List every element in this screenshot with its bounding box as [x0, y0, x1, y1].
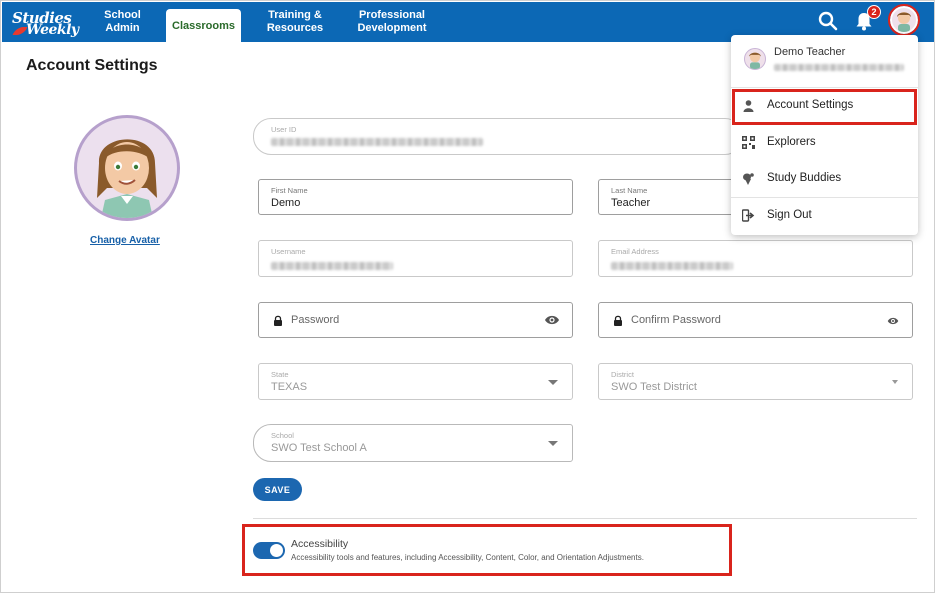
- user-id-label: User ID: [271, 125, 297, 134]
- email-label: Email Address: [611, 247, 659, 256]
- menu-item-sign-out[interactable]: Sign Out: [731, 200, 918, 232]
- nav-school-admin[interactable]: School Admin: [95, 2, 150, 42]
- password-placeholder: Password: [291, 314, 340, 326]
- show-confirm-password-icon[interactable]: [887, 316, 899, 326]
- school-select[interactable]: School SWO Test School A: [253, 424, 573, 462]
- username-value: [271, 262, 393, 270]
- menu-avatar: [744, 48, 766, 70]
- lock-icon: [274, 315, 282, 326]
- menu-user-name: Demo Teacher: [774, 46, 846, 58]
- change-avatar-link[interactable]: Change Avatar: [90, 235, 160, 246]
- username-label: Username: [271, 247, 306, 256]
- search-icon[interactable]: [817, 10, 839, 32]
- confirm-password-field[interactable]: Confirm Password: [598, 302, 913, 338]
- last-name-label: Last Name: [611, 186, 648, 195]
- menu-item-label: Explorers: [767, 136, 816, 148]
- nav-classrooms-label: Classrooms: [172, 19, 235, 32]
- password-field[interactable]: Password: [258, 302, 573, 338]
- nav-professional-development[interactable]: Professional Development: [348, 2, 436, 42]
- user-id-value: [271, 138, 483, 146]
- confirm-password-placeholder: Confirm Password: [631, 314, 721, 326]
- nav-professional-label: Professional Development: [357, 9, 427, 34]
- state-value: TEXAS: [271, 381, 308, 393]
- menu-item-study-buddies[interactable]: Study Buddies: [731, 163, 918, 195]
- nav-training-label: Training & Resources: [266, 9, 324, 34]
- chevron-down-icon: [892, 380, 898, 384]
- chevron-down-icon: [548, 380, 558, 385]
- user-id-field[interactable]: User ID: [253, 118, 743, 155]
- district-select[interactable]: District SWO Test District: [598, 363, 913, 400]
- last-name-value: Teacher: [611, 197, 651, 209]
- menu-divider: [731, 197, 918, 198]
- user-avatar-button[interactable]: [888, 4, 920, 36]
- district-value: SWO Test District: [611, 381, 697, 393]
- last-name-field[interactable]: Last Name Teacher: [598, 179, 734, 215]
- app-window: Studies Weekly School Admin Classrooms T…: [0, 0, 935, 593]
- account-settings-highlight-box: [732, 89, 917, 125]
- sign-out-icon: [742, 209, 755, 222]
- first-name-value: Demo: [271, 197, 301, 209]
- nav-training-resources[interactable]: Training & Resources: [254, 2, 336, 42]
- user-menu-dropdown: Demo Teacher Account Settings Explorers …: [731, 35, 918, 235]
- accessibility-highlight-box: [242, 524, 732, 576]
- email-value: [611, 262, 733, 270]
- studies-weekly-logo[interactable]: Studies Weekly: [12, 8, 79, 38]
- username-field[interactable]: Username: [258, 240, 573, 277]
- menu-user-email: [774, 64, 904, 71]
- avatar: [74, 115, 180, 221]
- explorers-icon: [742, 136, 755, 149]
- email-field[interactable]: Email Address: [598, 240, 913, 277]
- menu-divider: [731, 87, 918, 88]
- state-label: State: [271, 370, 289, 379]
- notification-badge: 2: [867, 5, 881, 19]
- menu-item-label: Sign Out: [767, 209, 812, 221]
- menu-item-explorers[interactable]: Explorers: [731, 127, 918, 159]
- divider: [253, 518, 917, 519]
- school-label: School: [271, 431, 294, 440]
- page-title: Account Settings: [26, 57, 158, 74]
- study-buddies-icon: [743, 173, 754, 185]
- logo-line-2: Weekly: [26, 22, 79, 38]
- nav-classrooms[interactable]: Classrooms: [166, 9, 241, 43]
- chevron-down-icon: [548, 441, 558, 446]
- menu-item-label: Study Buddies: [767, 172, 842, 184]
- show-password-icon[interactable]: [544, 314, 560, 326]
- nav-school-admin-label: School Admin: [104, 9, 141, 34]
- district-label: District: [611, 370, 634, 379]
- lock-icon: [614, 315, 622, 326]
- save-button[interactable]: SAVE: [253, 478, 302, 501]
- first-name-label: First Name: [271, 186, 308, 195]
- first-name-field[interactable]: First Name Demo: [258, 179, 573, 215]
- school-value: SWO Test School A: [271, 442, 367, 454]
- state-select[interactable]: State TEXAS: [258, 363, 573, 400]
